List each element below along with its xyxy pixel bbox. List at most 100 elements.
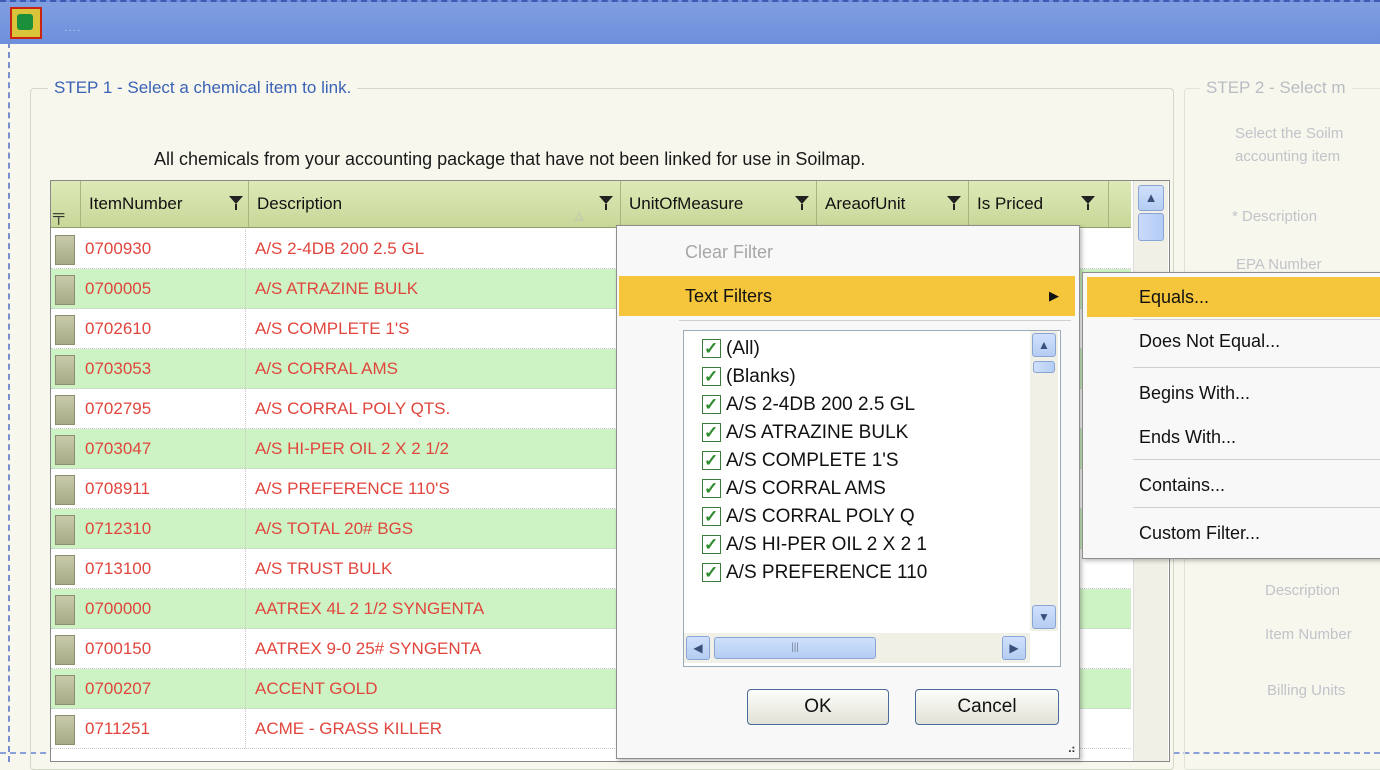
filter-list-vertical-scrollbar[interactable]: ▲ ▼ [1030, 331, 1058, 631]
ok-button[interactable]: OK [747, 689, 889, 725]
step2-desc-field-label: Description [1265, 582, 1341, 599]
text-filters-item[interactable]: Text Filters ▶ [619, 276, 1075, 316]
scroll-down-button[interactable]: ▼ [1032, 605, 1056, 629]
checkbox-checked-icon[interactable] [702, 363, 721, 391]
row-selector[interactable] [55, 515, 75, 545]
scroll-left-button[interactable]: ◀ [686, 636, 710, 660]
checkbox-checked-icon[interactable] [702, 419, 721, 447]
column-header-areaofunit[interactable]: AreaofUnit [817, 181, 969, 227]
menu-separator [1133, 367, 1380, 368]
menu-item-begins-with[interactable]: Begins With... [1087, 373, 1380, 413]
text-filters-label: Text Filters [685, 286, 773, 306]
row-selector[interactable] [55, 555, 75, 585]
step2-description-label: * Description [1232, 208, 1318, 225]
cell-description: A/S COMPLETE 1'S [255, 309, 626, 348]
filter-icon[interactable] [947, 196, 961, 210]
cell-description: AATREX 4L 2 1/2 SYNGENTA [255, 589, 626, 628]
row-selector[interactable] [55, 715, 75, 745]
cell-itemnumber: 0711251 [85, 709, 246, 748]
text-filters-submenu: Equals... Does Not Equal... Begins With.… [1082, 272, 1380, 559]
cell-description: AATREX 9-0 25# SYNGENTA [255, 629, 626, 668]
step2-title: STEP 2 - Select m [1200, 78, 1352, 98]
checkbox-checked-icon[interactable] [702, 391, 721, 419]
filter-value-label: A/S HI-PER OIL 2 X 2 1 [726, 534, 927, 555]
checkbox-checked-icon[interactable] [702, 475, 721, 503]
step2-instruction-line2: accounting item [1235, 148, 1341, 165]
column-header-itemnumber[interactable]: ItemNumber [81, 181, 249, 227]
row-selector[interactable] [55, 595, 75, 625]
filter-value-label: A/S CORRAL AMS [726, 478, 886, 499]
menu-item-custom-filter[interactable]: Custom Filter... [1087, 513, 1380, 553]
cell-itemnumber: 0703053 [85, 349, 246, 388]
scroll-right-button[interactable]: ▶ [1002, 636, 1026, 660]
step2-billing-units-label: Billing Units [1267, 682, 1346, 699]
checkbox-checked-icon[interactable] [702, 531, 721, 559]
filter-list-horizontal-scrollbar[interactable]: ◀ ||| ▶ [684, 633, 1030, 663]
cell-description: A/S PREFERENCE 110'S [255, 469, 626, 508]
scroll-up-button[interactable]: ▲ [1032, 333, 1056, 357]
filter-icon[interactable] [1081, 196, 1095, 210]
scroll-up-button[interactable]: ▲ [1138, 185, 1164, 211]
scroll-thumb[interactable]: ||| [714, 637, 876, 659]
filter-value-label: A/S COMPLETE 1'S [726, 450, 899, 471]
row-selector[interactable] [55, 475, 75, 505]
cell-itemnumber: 0703047 [85, 429, 246, 468]
column-header-ispriced[interactable]: Is Priced [969, 181, 1109, 227]
column-header-label: AreaofUnit [825, 194, 906, 213]
row-selector[interactable] [55, 315, 75, 345]
menu-separator [1133, 319, 1380, 320]
cell-itemnumber: 0700930 [85, 229, 246, 268]
resize-grip-icon[interactable]: ⠴ [1067, 742, 1076, 756]
filter-value-list[interactable]: (All) (Blanks) A/S 2-4DB 200 2.5 GL A/S … [683, 330, 1061, 667]
scroll-thumb[interactable] [1033, 361, 1055, 373]
column-header-unitofmeasure[interactable]: UnitOfMeasure [621, 181, 817, 227]
cell-description: A/S HI-PER OIL 2 X 2 1/2 [255, 429, 626, 468]
step2-instruction-line1: Select the Soilm [1235, 125, 1344, 142]
column-chooser-button[interactable]: ╤ [51, 181, 81, 227]
cancel-button[interactable]: Cancel [915, 689, 1059, 725]
step2-epa-label: EPA Number [1236, 256, 1322, 273]
cell-itemnumber: 0708911 [85, 469, 246, 508]
title-text: .... [64, 20, 82, 34]
cell-description: A/S TRUST BULK [255, 549, 626, 588]
filter-icon[interactable] [599, 196, 613, 210]
filter-value-label: A/S ATRAZINE BULK [726, 422, 909, 443]
cell-itemnumber: 0713100 [85, 549, 246, 588]
menu-item-equals[interactable]: Equals... [1087, 277, 1380, 317]
checkbox-checked-icon[interactable] [702, 503, 721, 531]
cell-itemnumber: 0702795 [85, 389, 246, 428]
filter-icon[interactable] [795, 196, 809, 210]
row-selector[interactable] [55, 675, 75, 705]
menu-item-contains[interactable]: Contains... [1087, 465, 1380, 505]
cell-itemnumber: 0700000 [85, 589, 246, 628]
row-selector[interactable] [55, 275, 75, 305]
row-selector[interactable] [55, 395, 75, 425]
column-header-label: Is Priced [977, 194, 1044, 213]
step1-title: STEP 1 - Select a chemical item to link. [48, 78, 358, 98]
step1-intro: All chemicals from your accounting packa… [154, 149, 866, 169]
row-selector[interactable] [55, 635, 75, 665]
submenu-arrow-icon: ▶ [1049, 288, 1059, 303]
scroll-thumb[interactable] [1138, 213, 1164, 241]
menu-item-does-not-equal[interactable]: Does Not Equal... [1087, 321, 1380, 361]
cell-itemnumber: 0712310 [85, 509, 246, 548]
row-selector[interactable] [55, 235, 75, 265]
menu-separator [679, 320, 1071, 321]
cell-description: A/S ATRAZINE BULK [255, 269, 626, 308]
filter-value-label: (All) [726, 338, 760, 359]
filter-dropdown: Clear Filter Text Filters ▶ (All) (Blank… [616, 225, 1080, 759]
clear-filter-item[interactable]: Clear Filter [619, 232, 1075, 272]
menu-separator [1133, 507, 1380, 508]
checkbox-checked-icon[interactable] [702, 447, 721, 475]
column-header-description[interactable]: Description △ [249, 181, 621, 227]
cell-description: A/S TOTAL 20# BGS [255, 509, 626, 548]
checkbox-checked-icon[interactable] [702, 335, 721, 363]
cell-itemnumber: 0700150 [85, 629, 246, 668]
cell-description: A/S 2-4DB 200 2.5 GL [255, 229, 626, 268]
menu-separator [1133, 459, 1380, 460]
checkbox-checked-icon[interactable] [702, 559, 721, 587]
filter-icon[interactable] [229, 196, 243, 210]
menu-item-ends-with[interactable]: Ends With... [1087, 417, 1380, 457]
row-selector[interactable] [55, 355, 75, 385]
row-selector[interactable] [55, 435, 75, 465]
